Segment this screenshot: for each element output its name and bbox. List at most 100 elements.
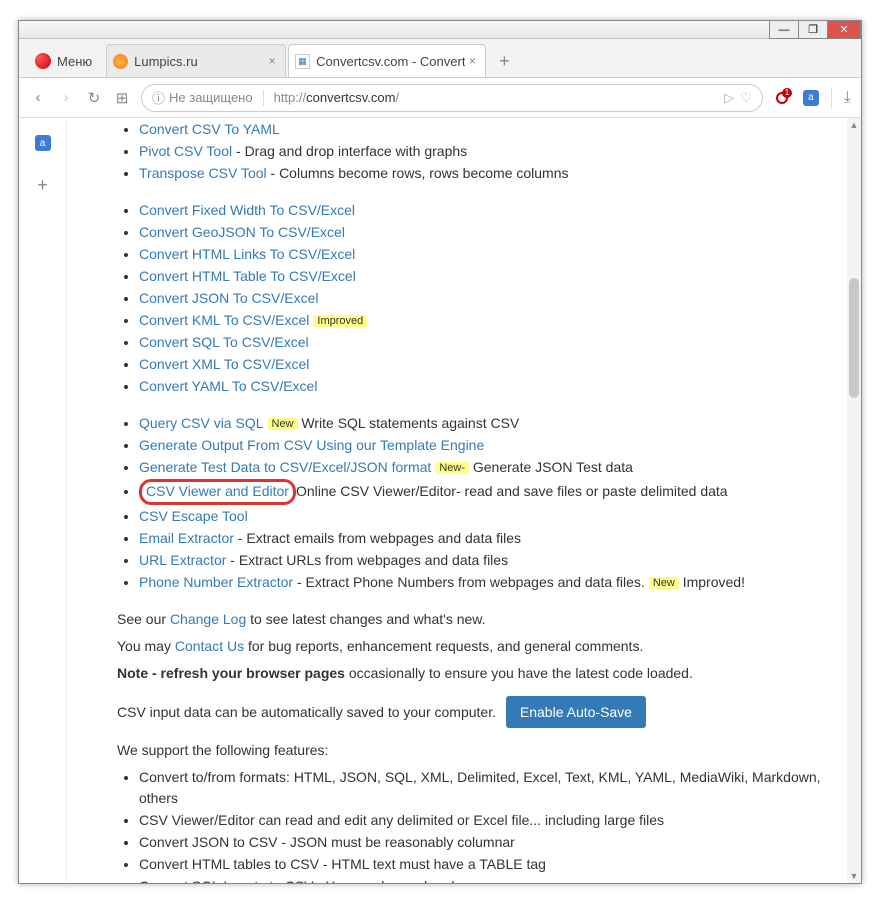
tab-lumpics[interactable]: Lumpics.ru ×	[106, 44, 286, 77]
speed-dial-button[interactable]: ⊞	[113, 89, 131, 107]
lumpics-favicon	[113, 54, 128, 69]
link[interactable]: Convert Fixed Width To CSV/Excel	[139, 202, 355, 218]
add-sidebar-icon[interactable]: +	[32, 174, 54, 196]
tab-title: Lumpics.ru	[134, 54, 265, 69]
list-item: Query CSV via SQLNew Write SQL statement…	[139, 413, 829, 434]
badge: New	[649, 577, 679, 589]
list-item: Convert GeoJSON To CSV/Excel	[139, 222, 829, 243]
list-item: Convert HTML Table To CSV/Excel	[139, 266, 829, 287]
scroll-thumb[interactable]	[849, 278, 859, 398]
paragraph: CSV input data can be automatically save…	[117, 696, 829, 728]
tab-title: Convertcsv.com - Convert	[316, 54, 465, 69]
page-content: Convert CSV To YAML Pivot CSV Tool - Dra…	[67, 118, 847, 883]
link[interactable]: Convert KML To CSV/Excel	[139, 312, 309, 328]
features-list: Convert to/from formats: HTML, JSON, SQL…	[117, 767, 829, 883]
link[interactable]: Transpose CSV Tool	[139, 165, 267, 181]
link[interactable]: Convert YAML To CSV/Excel	[139, 378, 317, 394]
list-item: Convert HTML tables to CSV - HTML text m…	[139, 854, 829, 875]
menu-label: Меню	[57, 54, 92, 69]
badge: Improved	[313, 315, 367, 327]
link[interactable]: Convert SQL To CSV/Excel	[139, 334, 309, 350]
close-icon[interactable]: ×	[465, 54, 479, 68]
link[interactable]: Convert HTML Table To CSV/Excel	[139, 268, 356, 284]
forward-button[interactable]: ›	[57, 89, 75, 107]
badge: New	[268, 418, 298, 430]
link[interactable]: Generate Test Data to CSV/Excel/JSON for…	[139, 459, 431, 475]
list-item: CSV Escape Tool	[139, 506, 829, 527]
list-item: Convert JSON to CSV - JSON must be reaso…	[139, 832, 829, 853]
link[interactable]: Query CSV via SQL	[139, 415, 264, 431]
window-titlebar: — ❐ ✕	[19, 21, 861, 39]
translate-sidebar-icon[interactable]: a	[32, 132, 54, 154]
link-group-1: Convert CSV To YAML Pivot CSV Tool - Dra…	[117, 119, 829, 184]
list-item: Generate Test Data to CSV/Excel/JSON for…	[139, 457, 829, 478]
left-rail: a +	[19, 118, 67, 883]
list-item: Convert SQL Inserts to CSV - You need a …	[139, 876, 829, 883]
badge: New-	[435, 462, 469, 474]
site-info-icon[interactable]: ⓘНе защищено	[152, 88, 253, 107]
list-item: Email Extractor - Extract emails from we…	[139, 528, 829, 549]
link[interactable]: Convert CSV To YAML	[139, 121, 280, 137]
send-icon[interactable]: ▷	[724, 90, 734, 106]
contact-us-link[interactable]: Contact Us	[175, 638, 244, 654]
link[interactable]: Convert XML To CSV/Excel	[139, 356, 309, 372]
scroll-up-icon[interactable]: ▲	[847, 118, 861, 132]
list-item: URL Extractor - Extract URLs from webpag…	[139, 550, 829, 571]
paragraph: You may Contact Us for bug reports, enha…	[117, 636, 829, 657]
vline-icon	[831, 88, 832, 108]
link-group-2: Convert Fixed Width To CSV/Excel Convert…	[117, 200, 829, 397]
list-item: Transpose CSV Tool - Columns become rows…	[139, 163, 829, 184]
link[interactable]: Generate Output From CSV Using our Templ…	[139, 437, 484, 453]
change-log-link[interactable]: Change Log	[170, 611, 246, 627]
close-icon[interactable]: ×	[265, 54, 279, 68]
window-minimize[interactable]: —	[769, 21, 799, 39]
translate-icon[interactable]: a	[803, 90, 819, 106]
link[interactable]: Convert JSON To CSV/Excel	[139, 290, 318, 306]
paragraph: We support the following features:	[117, 740, 829, 761]
link[interactable]: Convert HTML Links To CSV/Excel	[139, 246, 355, 262]
scroll-down-icon[interactable]: ▼	[847, 869, 861, 883]
scrollbar[interactable]: ▲ ▼	[847, 118, 861, 883]
tabstrip: Меню Lumpics.ru × ▦ Convertcsv.com - Con…	[19, 39, 861, 78]
link[interactable]: URL Extractor	[139, 552, 226, 568]
link[interactable]: CSV Escape Tool	[139, 508, 248, 524]
downloads-icon[interactable]: ⤓	[844, 89, 851, 107]
list-item: CSV Viewer and Editor Online CSV Viewer/…	[139, 479, 829, 505]
separator	[263, 90, 264, 106]
window-restore[interactable]: ❐	[798, 21, 828, 39]
new-tab-button[interactable]: +	[492, 49, 516, 73]
back-button[interactable]: ‹	[29, 89, 47, 107]
reload-button[interactable]: ↻	[85, 89, 103, 107]
list-item: Convert to/from formats: HTML, JSON, SQL…	[139, 767, 829, 809]
convertcsv-favicon: ▦	[295, 54, 310, 69]
paragraph: Note - refresh your browser pages occasi…	[117, 663, 829, 684]
list-item: Convert KML To CSV/Excel Improved	[139, 310, 829, 331]
list-item: Convert YAML To CSV/Excel	[139, 376, 829, 397]
opera-logo-icon	[35, 53, 51, 69]
paragraph: See our Change Log to see latest changes…	[117, 609, 829, 630]
list-item: Convert XML To CSV/Excel	[139, 354, 829, 375]
list-item: CSV Viewer/Editor can read and edit any …	[139, 810, 829, 831]
address-bar: ‹ › ↻ ⊞ ⓘНе защищено http://convertcsv.c…	[19, 78, 861, 118]
link[interactable]: Pivot CSV Tool	[139, 143, 232, 159]
list-item: Convert JSON To CSV/Excel	[139, 288, 829, 309]
list-item: Pivot CSV Tool - Drag and drop interface…	[139, 141, 829, 162]
url-input[interactable]: ⓘНе защищено http://convertcsv.com/ ▷ ♡	[141, 84, 763, 112]
highlighted-link-box: CSV Viewer and Editor	[139, 479, 296, 505]
adblock-badge-icon[interactable]	[773, 89, 791, 107]
list-item: Convert CSV To YAML	[139, 119, 829, 140]
link-group-3: Query CSV via SQLNew Write SQL statement…	[117, 413, 829, 593]
heart-icon[interactable]: ♡	[740, 90, 752, 106]
list-item: Convert SQL To CSV/Excel	[139, 332, 829, 353]
link[interactable]: Convert GeoJSON To CSV/Excel	[139, 224, 345, 240]
list-item: Phone Number Extractor - Extract Phone N…	[139, 572, 829, 593]
list-item: Convert HTML Links To CSV/Excel	[139, 244, 829, 265]
enable-auto-save-button[interactable]: Enable Auto-Save	[506, 696, 646, 728]
window-close[interactable]: ✕	[827, 21, 861, 39]
url-text: http://convertcsv.com/	[274, 90, 719, 105]
link[interactable]: Email Extractor	[139, 530, 234, 546]
opera-menu-button[interactable]: Меню	[25, 45, 102, 77]
tab-convertcsv[interactable]: ▦ Convertcsv.com - Convert ×	[288, 44, 486, 77]
link[interactable]: Phone Number Extractor	[139, 574, 293, 590]
csv-viewer-editor-link[interactable]: CSV Viewer and Editor	[146, 483, 289, 499]
